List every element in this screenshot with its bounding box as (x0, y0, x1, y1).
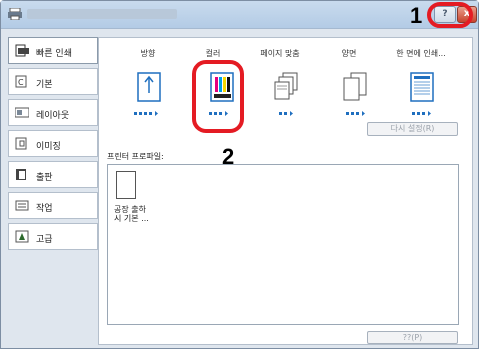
multi-up-icon[interactable] (409, 72, 435, 102)
annotation-number-2: 2 (222, 144, 235, 169)
annotation-number-1: 1 (410, 3, 423, 28)
printer-profile-label: 프린터 프로파일: (107, 152, 164, 161)
orientation-icon[interactable] (136, 72, 162, 102)
sidebar-item-label: 고급 (36, 235, 53, 245)
sidebar-item-label: 이미징 (36, 142, 61, 152)
multi-up-label: 한 면에 인쇄... (396, 49, 446, 58)
page-fit-label: 페이지 맞춤 (260, 49, 300, 58)
sidebar-item-label: 기본 (36, 80, 53, 90)
duplex-dots-icon[interactable] (346, 111, 376, 116)
profile-action-button[interactable]: ??(P) (367, 331, 458, 344)
reset-button[interactable]: 다시 설정(R) (367, 122, 458, 136)
annotation-highlight-ring-help (427, 2, 473, 28)
basic-icon: C (15, 75, 27, 88)
imaging-icon (15, 137, 27, 150)
orientation-dots-icon[interactable] (134, 111, 164, 116)
advanced-icon (15, 230, 29, 243)
printer-app-icon (8, 8, 22, 20)
page-fit-dots-icon[interactable] (279, 111, 309, 116)
sidebar-item-label: 작업 (36, 204, 53, 214)
print-preferences-window: ? x 빠른 인쇄 C 기본 레이아웃 이미징 출판 작업 고급 방향 컬러 페… (0, 0, 479, 349)
multi-up-dots-icon[interactable] (412, 111, 442, 116)
annotation-highlight-ring-color (192, 60, 244, 133)
sidebar: 빠른 인쇄 C 기본 레이아웃 이미징 출판 작업 고급 (8, 37, 98, 254)
profile-item-label: 공장 출하 시 기본 ... (114, 205, 149, 223)
duplex-icon[interactable] (342, 72, 368, 102)
quick-print-panel: 방향 컬러 페이지 맞춤 양면 한 면에 인쇄... 다시 설정(R) 프린터 … (98, 37, 473, 345)
sidebar-item-layout[interactable]: 레이아웃 (8, 99, 98, 126)
sidebar-item-imaging[interactable]: 이미징 (8, 130, 98, 157)
sidebar-item-label: 빠른 인쇄 (36, 49, 72, 59)
quick-print-icon (15, 44, 29, 57)
sidebar-item-quick-print[interactable]: 빠른 인쇄 (8, 37, 98, 64)
layout-icon (15, 107, 29, 118)
sidebar-item-basic[interactable]: C 기본 (8, 68, 98, 95)
sidebar-item-label: 출판 (36, 173, 53, 183)
printer-profile-list[interactable]: 공장 출하 시 기본 ... (107, 164, 459, 325)
sidebar-item-label: 레이아웃 (36, 111, 70, 121)
title-bar: ? x (1, 1, 478, 29)
window-title-blurred (27, 9, 177, 19)
sidebar-item-job[interactable]: 작업 (8, 192, 98, 219)
publishing-icon (16, 169, 26, 180)
svg-text:C: C (18, 78, 24, 87)
job-icon (15, 200, 29, 211)
sidebar-item-advanced[interactable]: 고급 (8, 223, 98, 250)
duplex-label: 양면 (341, 49, 357, 58)
profile-document-icon[interactable] (116, 171, 136, 199)
page-fit-icon[interactable] (273, 72, 299, 102)
sidebar-item-publishing[interactable]: 출판 (8, 161, 98, 188)
